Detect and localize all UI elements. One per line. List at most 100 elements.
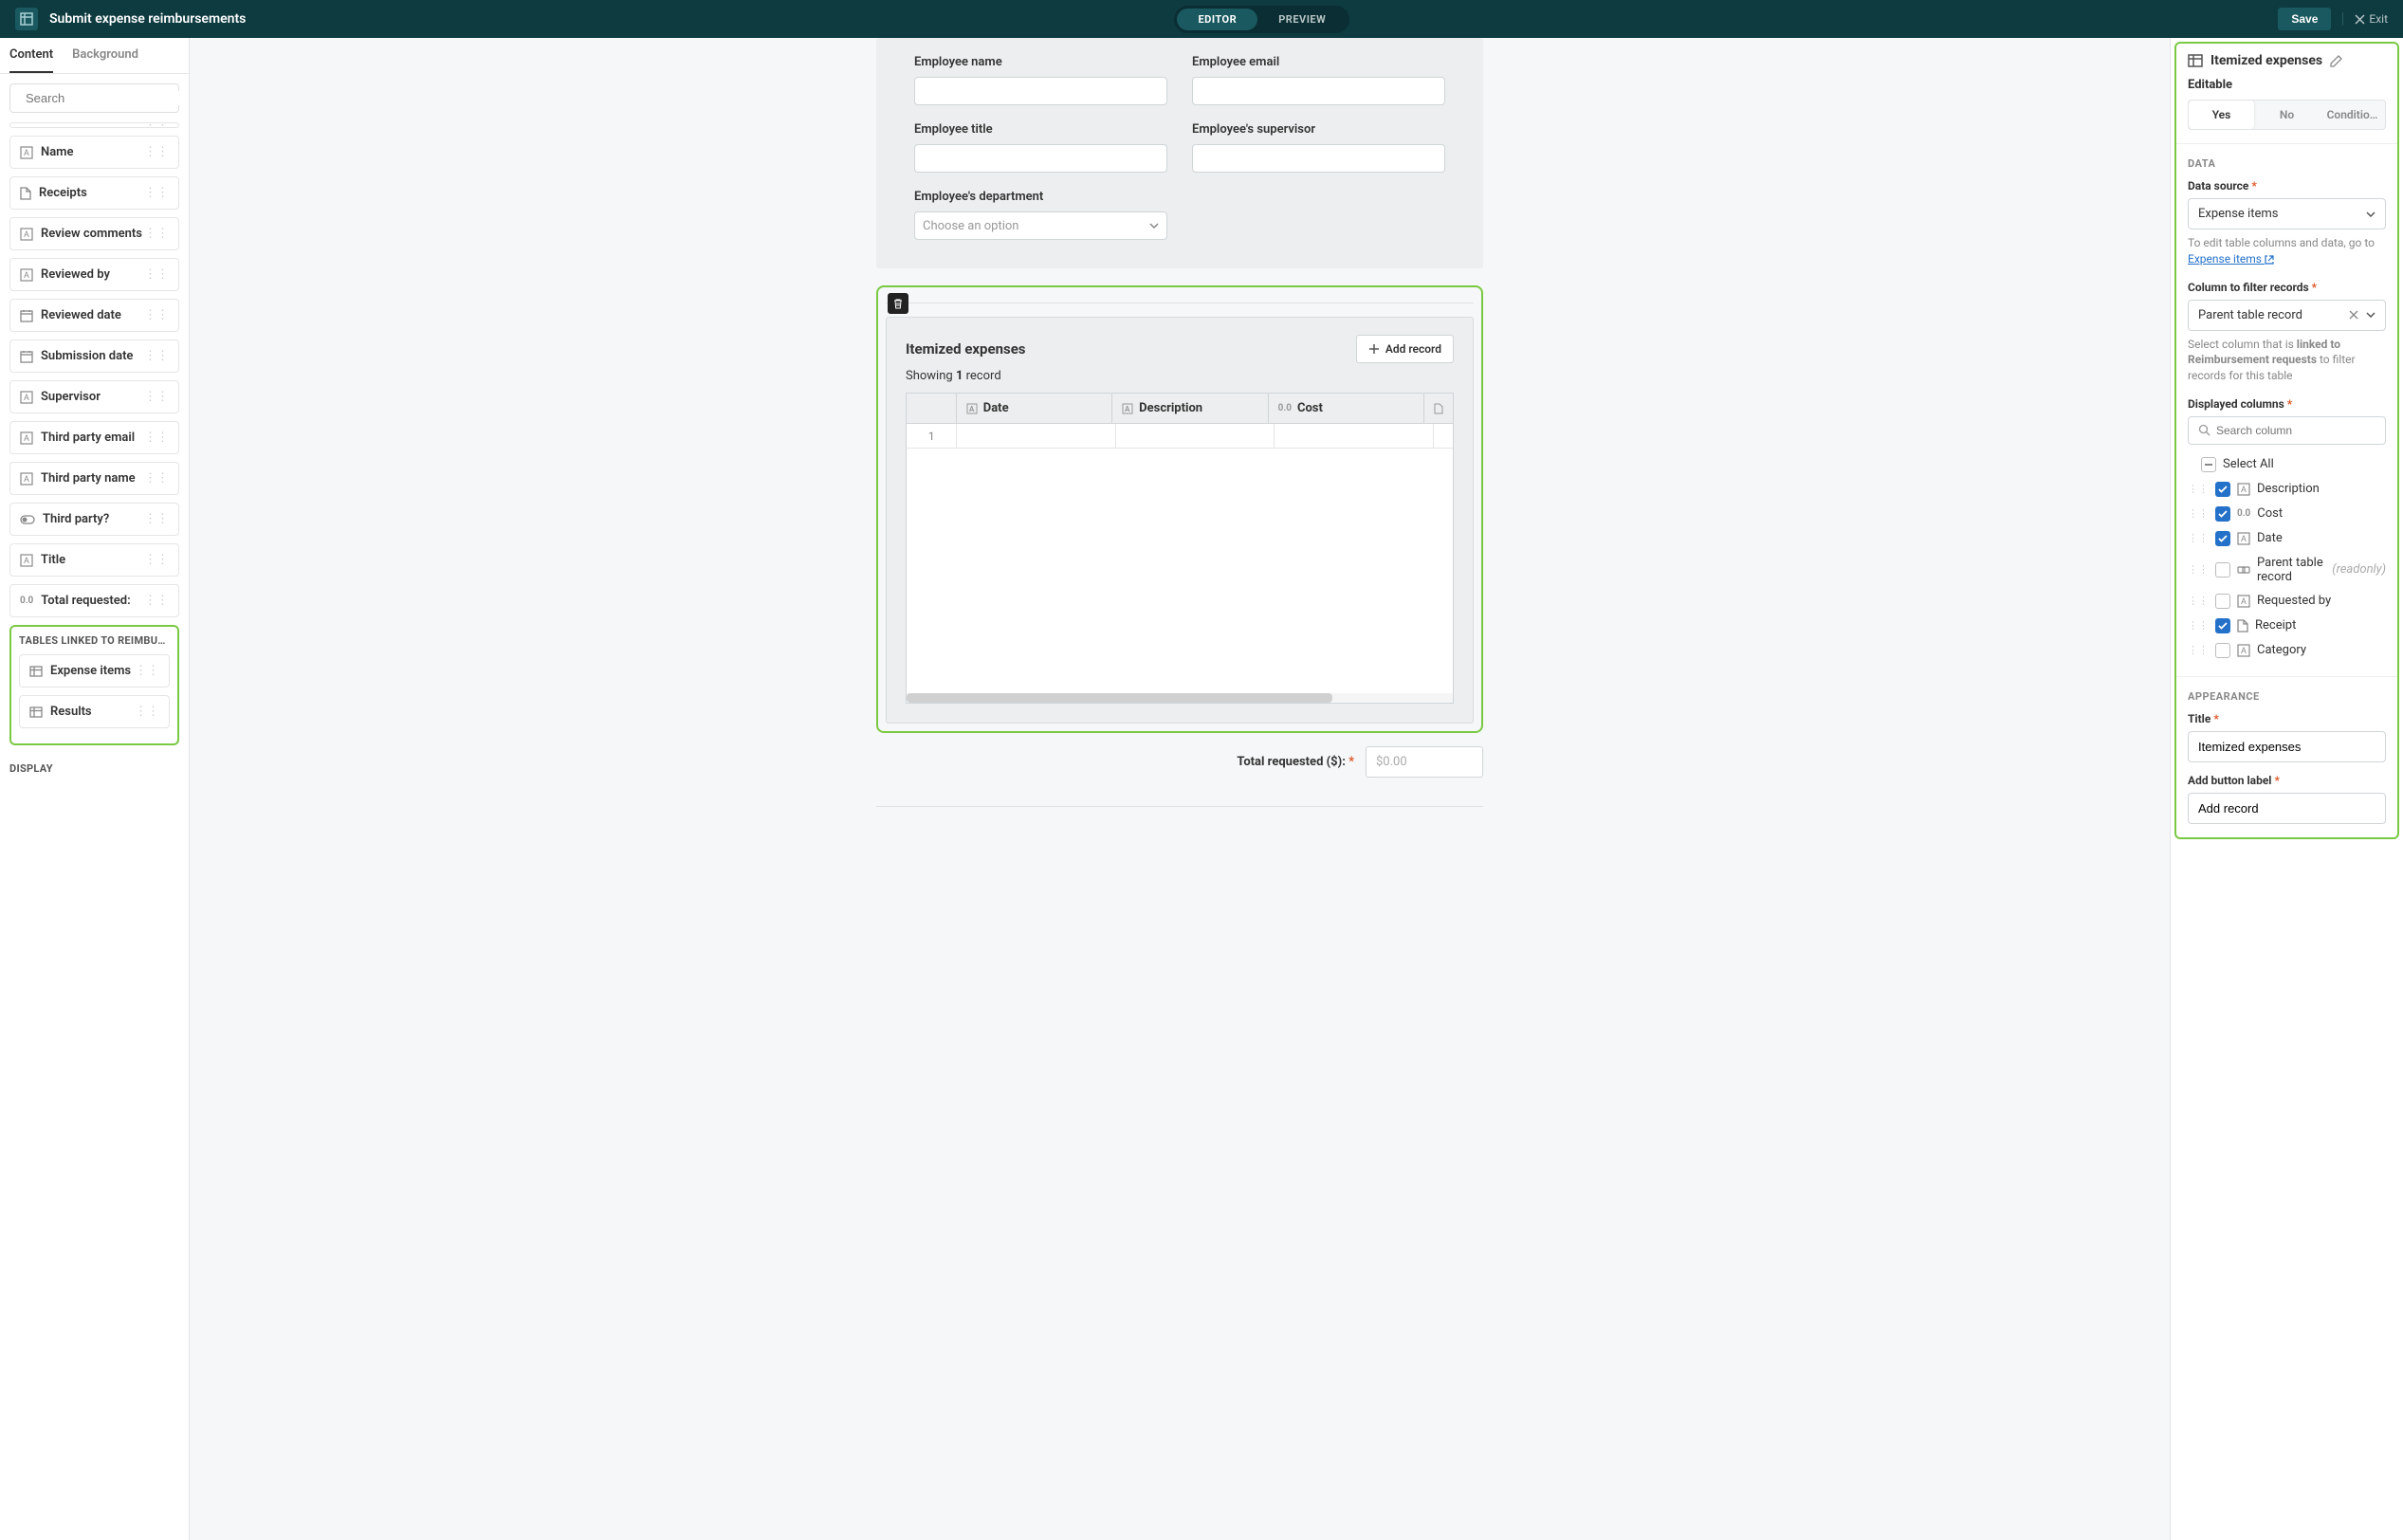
exit-button[interactable]: Exit [2342,12,2388,26]
field-item-partial[interactable]: ⋮⋮ [9,122,179,128]
date-column-header[interactable]: A Date [957,394,1112,423]
column-item[interactable]: ⋮⋮0.0Cost [2188,502,2386,526]
column-checkbox[interactable] [2215,618,2230,633]
column-checkbox[interactable] [2215,562,2230,578]
filter-column-select[interactable]: Parent table record [2188,300,2386,331]
field-item[interactable]: 0.0Total requested:⋮⋮ [9,584,179,617]
delete-block-button[interactable] [888,293,908,314]
cost-column-header[interactable]: 0.0 Cost [1269,394,1424,423]
drag-handle-icon[interactable]: ⋮⋮ [144,431,169,445]
table-icon [29,665,43,678]
field-label: Third party? [43,512,144,526]
select-all-checkbox[interactable] [2201,457,2216,472]
drag-handle-icon[interactable]: ⋮⋮ [144,267,169,282]
editable-no[interactable]: No [2254,101,2320,129]
field-item[interactable]: Receipts⋮⋮ [9,176,179,210]
field-item[interactable]: AReview comments⋮⋮ [9,217,179,250]
add-button-label-input[interactable] [2188,793,2386,824]
drag-handle-icon[interactable]: ⋮⋮ [144,308,169,322]
column-checkbox[interactable] [2215,506,2230,522]
employee-email-input[interactable] [1192,77,1445,105]
employee-name-input[interactable] [914,77,1167,105]
field-item[interactable]: AThird party name⋮⋮ [9,462,179,495]
content-tab[interactable]: Content [9,38,53,73]
column-item[interactable]: ⋮⋮ARequested by [2188,589,2386,614]
drag-handle-icon[interactable]: ⋮⋮ [2188,595,2209,607]
svg-text:A: A [24,230,29,240]
save-button[interactable]: Save [2278,8,2331,30]
drag-handle-icon[interactable]: ⋮⋮ [2188,507,2209,520]
scrollbar-thumb[interactable] [907,693,1332,703]
clear-icon[interactable] [2349,310,2358,320]
drag-handle-icon[interactable]: ⋮⋮ [144,227,169,241]
column-checkbox[interactable] [2215,643,2230,658]
drag-handle-icon[interactable]: ⋮⋮ [144,471,169,486]
drag-handle-icon[interactable]: ⋮⋮ [144,553,169,567]
field-item[interactable]: ASupervisor⋮⋮ [9,380,179,413]
app-icon [15,8,38,30]
select-all-row[interactable]: Select All [2188,452,2386,477]
field-item[interactable]: Submission date⋮⋮ [9,339,179,373]
data-source-select[interactable]: Expense items [2188,198,2386,229]
column-item[interactable]: ⋮⋮ADescription [2188,477,2386,502]
description-cell[interactable] [1116,424,1275,448]
table-row[interactable]: 1 [907,424,1453,449]
column-search-input[interactable] [2216,424,2375,437]
drag-handle-icon[interactable]: ⋮⋮ [144,186,169,200]
drag-handle-icon[interactable]: ⋮⋮ [144,145,169,159]
column-item[interactable]: ⋮⋮Parent table record (readonly) [2188,551,2386,589]
column-checkbox[interactable] [2215,482,2230,497]
selected-table-block[interactable]: Itemized expenses Add record Showing 1 r… [876,285,1483,733]
editable-conditional[interactable]: Conditio… [2320,101,2385,129]
add-record-button[interactable]: Add record [1356,335,1454,363]
search-input[interactable] [26,91,189,105]
drag-handle-icon[interactable]: ⋮⋮ [135,664,159,678]
drag-handle-icon[interactable]: ⋮⋮ [2188,532,2209,544]
field-item[interactable]: Third party?⋮⋮ [9,503,179,536]
date-cell[interactable] [957,424,1116,448]
table-horizontal-scrollbar[interactable] [907,693,1453,703]
department-select[interactable]: Choose an option [914,211,1167,240]
description-column-header[interactable]: A Description [1112,394,1268,423]
top-bar: Submit expense reimbursements EDITOR PRE… [0,0,2403,38]
field-item[interactable]: AReviewed by⋮⋮ [9,258,179,291]
drag-handle-icon[interactable]: ⋮⋮ [2188,483,2209,495]
linked-table-item[interactable]: Expense items⋮⋮ [19,654,170,688]
column-checkbox[interactable] [2215,531,2230,546]
column-checkbox[interactable] [2215,594,2230,609]
field-item[interactable]: AName⋮⋮ [9,136,179,169]
drag-handle-icon[interactable]: ⋮⋮ [2188,619,2209,632]
field-item[interactable]: ATitle⋮⋮ [9,543,179,577]
field-item[interactable]: AThird party email⋮⋮ [9,421,179,454]
expense-items-link[interactable]: Expense items [2188,252,2274,266]
total-requested-input[interactable]: $0.00 [1366,746,1483,778]
title-input[interactable] [2188,731,2386,762]
column-item[interactable]: ⋮⋮ADate [2188,526,2386,551]
extra-cell[interactable] [1434,424,1453,448]
supervisor-input[interactable] [1192,144,1445,173]
drag-handle-icon[interactable]: ⋮⋮ [144,390,169,404]
preview-tab[interactable]: PREVIEW [1257,9,1347,30]
drag-handle-icon[interactable]: ⋮⋮ [2188,563,2209,576]
sidebar-search[interactable] [9,83,179,113]
field-item[interactable]: Reviewed date⋮⋮ [9,299,179,332]
drag-handle-icon[interactable]: ⋮⋮ [144,512,169,526]
column-item[interactable]: ⋮⋮ACategory [2188,638,2386,663]
linked-table-item[interactable]: Results⋮⋮ [19,695,170,728]
canvas[interactable]: Employee name Employee email Employee ti… [190,38,2170,1540]
drag-handle-icon[interactable]: ⋮⋮ [2188,644,2209,656]
drag-handle-icon[interactable]: ⋮⋮ [144,349,169,363]
cost-cell[interactable] [1275,424,1434,448]
extra-column-header[interactable] [1424,394,1453,423]
editor-tab[interactable]: EDITOR [1177,9,1257,30]
editable-yes[interactable]: Yes [2189,101,2254,129]
background-tab[interactable]: Background [72,38,138,73]
employee-title-input[interactable] [914,144,1167,173]
column-item[interactable]: ⋮⋮Receipt [2188,614,2386,638]
table-widget: Itemized expenses Add record Showing 1 r… [886,317,1474,724]
field-type-icon: A [20,554,33,567]
drag-handle-icon[interactable]: ⋮⋮ [135,705,159,719]
edit-title-icon[interactable] [2330,55,2342,67]
drag-handle-icon[interactable]: ⋮⋮ [144,594,169,608]
column-search[interactable] [2188,416,2386,445]
